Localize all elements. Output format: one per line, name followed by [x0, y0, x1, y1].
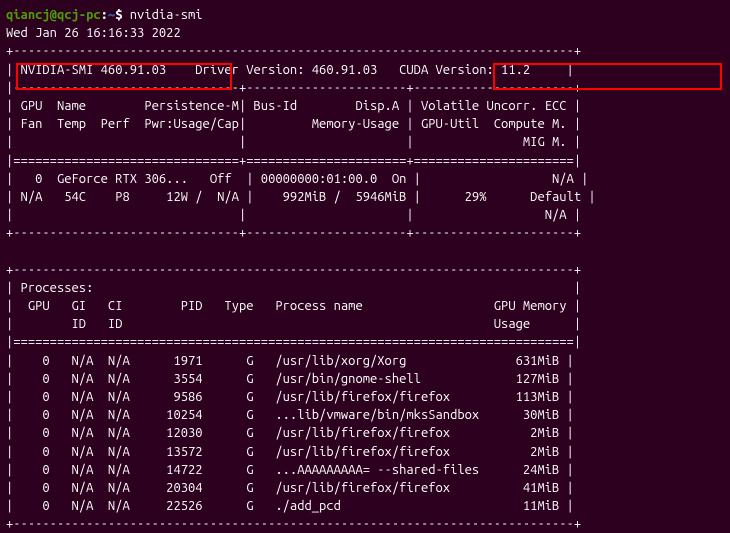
prompt-line: qiancj@qcj-pc:~$ nvidia-smi [6, 6, 724, 24]
prompt-colon: : [101, 8, 108, 22]
prompt-dollar: $ [115, 8, 130, 22]
prompt-user-host: qiancj@qcj-pc [6, 8, 101, 22]
timestamp-line: Wed Jan 26 16:16:33 2022 [6, 24, 724, 42]
command-text[interactable]: nvidia-smi [130, 8, 203, 22]
terminal-window: qiancj@qcj-pc:~$ nvidia-smi Wed Jan 26 1… [6, 6, 724, 533]
smi-output: +---------------------------------------… [6, 42, 724, 533]
